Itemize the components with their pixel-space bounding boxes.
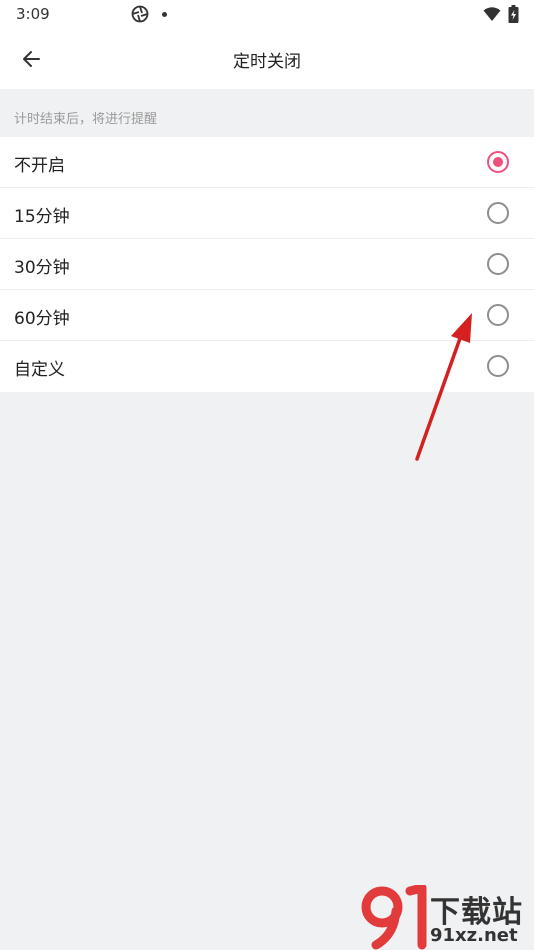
options-list: 不开启 15分钟 30分钟 60分钟 自定义 bbox=[0, 137, 534, 392]
option-label: 30分钟 bbox=[14, 258, 70, 278]
option-15-minutes[interactable]: 15分钟 bbox=[0, 188, 534, 239]
option-label: 不开启 bbox=[14, 156, 65, 176]
wifi-icon bbox=[483, 7, 501, 21]
status-bar: 3:09 bbox=[0, 0, 534, 28]
option-60-minutes[interactable]: 60分钟 bbox=[0, 290, 534, 341]
option-off[interactable]: 不开启 bbox=[0, 137, 534, 188]
watermark: 下载站 91xz.net bbox=[360, 885, 534, 950]
notification-dot-icon bbox=[162, 12, 167, 17]
option-label: 15分钟 bbox=[14, 207, 70, 227]
radio-checked-icon[interactable] bbox=[487, 151, 509, 173]
option-label: 60分钟 bbox=[14, 309, 70, 329]
status-time: 3:09 bbox=[16, 5, 50, 23]
watermark-logo-icon bbox=[361, 885, 427, 950]
radio-unchecked-icon[interactable] bbox=[487, 355, 509, 377]
aperture-icon bbox=[131, 5, 149, 23]
radio-unchecked-icon[interactable] bbox=[487, 304, 509, 326]
option-30-minutes[interactable]: 30分钟 bbox=[0, 239, 534, 290]
option-label: 自定义 bbox=[14, 360, 65, 380]
radio-unchecked-icon[interactable] bbox=[487, 202, 509, 224]
section-hint: 计时结束后，将进行提醒 bbox=[14, 112, 158, 127]
battery-charging-icon bbox=[508, 5, 519, 23]
radio-unchecked-icon[interactable] bbox=[487, 253, 509, 275]
option-custom[interactable]: 自定义 bbox=[0, 341, 534, 392]
page-title: 定时关闭 bbox=[233, 52, 301, 72]
app-bar: 定时关闭 bbox=[0, 28, 534, 89]
watermark-url: 91xz.net bbox=[430, 925, 518, 946]
